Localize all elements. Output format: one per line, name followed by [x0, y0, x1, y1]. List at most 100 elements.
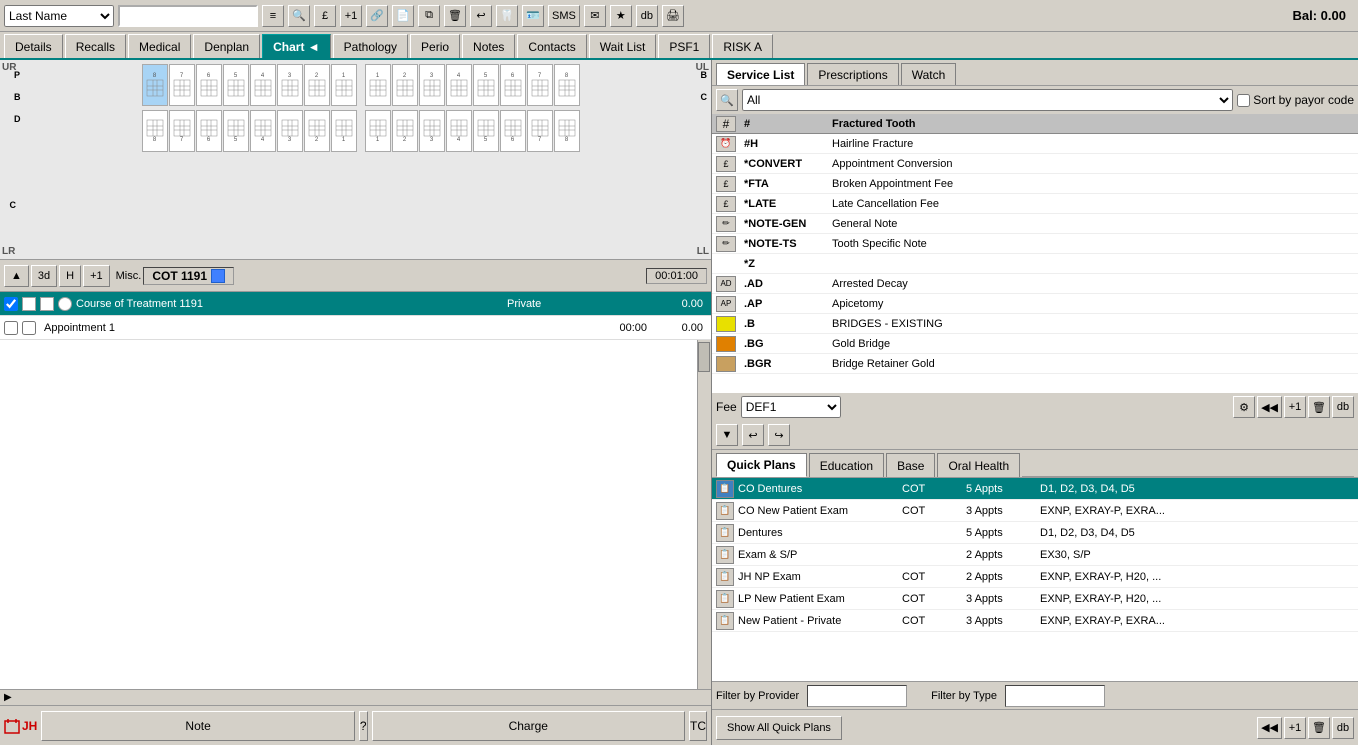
- list-btn[interactable]: ≡: [262, 5, 284, 27]
- db-btn[interactable]: db: [636, 5, 658, 27]
- tooth-ul6[interactable]: 6: [500, 64, 526, 106]
- tab-psf1[interactable]: PSF1: [658, 34, 710, 58]
- tooth-ll3[interactable]: 3: [419, 110, 445, 152]
- qp-row-exam-sp[interactable]: 📋 Exam & S/P 2 Appts EX30, S/P: [712, 544, 1358, 566]
- tooth-lr8[interactable]: 8: [142, 110, 168, 152]
- fee-select[interactable]: DEF1: [741, 396, 841, 418]
- tooth-lr7[interactable]: 7: [169, 110, 195, 152]
- doc-btn[interactable]: 📄: [392, 5, 414, 27]
- tab-chart[interactable]: Chart ◄: [262, 34, 331, 58]
- qp-db-btn[interactable]: db: [1332, 717, 1354, 739]
- filter-provider-input[interactable]: [807, 685, 907, 707]
- fee-left-btn[interactable]: ◀◀: [1257, 396, 1282, 418]
- arrow-btn[interactable]: ↩: [470, 5, 492, 27]
- tooth-ll5[interactable]: 5: [473, 110, 499, 152]
- tooth-ur7[interactable]: 7: [169, 64, 195, 106]
- fee-db-btn[interactable]: db: [1332, 396, 1354, 418]
- h-btn[interactable]: H: [59, 265, 81, 287]
- qp-row-co-new-patient[interactable]: 📋 CO New Patient Exam COT 3 Appts EXNP, …: [712, 500, 1358, 522]
- tooth-ul2[interactable]: 2: [392, 64, 418, 106]
- tab-contacts[interactable]: Contacts: [517, 34, 586, 58]
- svc-row-b[interactable]: .B BRIDGES - EXISTING: [712, 314, 1358, 334]
- qp-tab-base[interactable]: Base: [886, 453, 935, 477]
- tab-pathology[interactable]: Pathology: [333, 34, 408, 58]
- tab-notes[interactable]: Notes: [462, 34, 515, 58]
- undo-btn[interactable]: ↩: [742, 424, 764, 446]
- qp-row-dentures[interactable]: 📋 Dentures 5 Appts D1, D2, D3, D4, D5: [712, 522, 1358, 544]
- tooth-ul3[interactable]: 3: [419, 64, 445, 106]
- qp-left-btn[interactable]: ◀◀: [1257, 717, 1282, 739]
- charge-button[interactable]: Charge: [372, 711, 685, 741]
- tooth-lr5[interactable]: 5: [223, 110, 249, 152]
- copy-btn[interactable]: ⧉: [418, 5, 440, 27]
- tooth-ur4[interactable]: 4: [250, 64, 276, 106]
- name-field-select[interactable]: Last Name: [4, 5, 114, 27]
- sort-payor-checkbox[interactable]: [1237, 94, 1250, 107]
- link-btn[interactable]: 🔗: [366, 5, 388, 27]
- tooth-lr4[interactable]: 4: [250, 110, 276, 152]
- tooth-ur6[interactable]: 6: [196, 64, 222, 106]
- tab-prescriptions[interactable]: Prescriptions: [807, 63, 898, 85]
- plus1-ctrl-btn[interactable]: +1: [83, 265, 110, 287]
- svc-row-ap[interactable]: AP .AP Apicetomy: [712, 294, 1358, 314]
- qp-plus1-btn[interactable]: +1: [1284, 717, 1306, 739]
- fee-delete-btn[interactable]: 🗑: [1308, 396, 1330, 418]
- qp-tab-quick-plans[interactable]: Quick Plans: [716, 453, 807, 477]
- cot-checkbox-appt1b[interactable]: [22, 321, 36, 335]
- tooth-lr2[interactable]: 2: [304, 110, 330, 152]
- tooth-ur8[interactable]: 8: [142, 64, 168, 106]
- filter-type-input[interactable]: [1005, 685, 1105, 707]
- svc-row-note-ts[interactable]: ✏ *NOTE-TS Tooth Specific Note: [712, 234, 1358, 254]
- search-btn[interactable]: 🔍: [288, 5, 310, 27]
- tooth-ul1[interactable]: 1: [365, 64, 391, 106]
- tooth-ul4[interactable]: 4: [446, 64, 472, 106]
- plus1-btn[interactable]: +1: [340, 5, 362, 27]
- cot-scrollbar[interactable]: [697, 340, 711, 689]
- card-btn[interactable]: 🪪: [522, 5, 544, 27]
- svc-row-convert[interactable]: £ *CONVERT Appointment Conversion: [712, 154, 1358, 174]
- tooth-ll8[interactable]: 8: [554, 110, 580, 152]
- delete-btn[interactable]: 🗑: [444, 5, 466, 27]
- show-all-quick-plans-btn[interactable]: Show All Quick Plans: [716, 716, 842, 740]
- tooth-ur5[interactable]: 5: [223, 64, 249, 106]
- tooth-ul7[interactable]: 7: [527, 64, 553, 106]
- svc-row-z[interactable]: *Z: [712, 254, 1358, 274]
- tab-perio[interactable]: Perio: [410, 34, 460, 58]
- qp-tab-oral-health[interactable]: Oral Health: [937, 453, 1020, 477]
- tooth-ur1[interactable]: 1: [331, 64, 357, 106]
- tooth-ur2[interactable]: 2: [304, 64, 330, 106]
- svc-row-bgr[interactable]: .BGR Bridge Retainer Gold: [712, 354, 1358, 374]
- arrow-down-btn[interactable]: ▼: [716, 424, 738, 446]
- pound-btn[interactable]: £: [314, 5, 336, 27]
- fee-plus1-btn[interactable]: +1: [1284, 396, 1306, 418]
- tooth-lr6[interactable]: 6: [196, 110, 222, 152]
- qp-row-new-patient-private[interactable]: 📋 New Patient - Private COT 3 Appts EXNP…: [712, 610, 1358, 632]
- tooth-ll2[interactable]: 2: [392, 110, 418, 152]
- fee-special-btn[interactable]: ⚙: [1233, 396, 1255, 418]
- teeth-btn[interactable]: 🦷: [496, 5, 518, 27]
- service-search-btn[interactable]: 🔍: [716, 89, 738, 111]
- tab-medical[interactable]: Medical: [128, 34, 191, 58]
- svc-row-note-gen[interactable]: ✏ *NOTE-GEN General Note: [712, 214, 1358, 234]
- cot-row-main[interactable]: Course of Treatment 1191 Private 0.00: [0, 292, 711, 316]
- svc-row-ad[interactable]: AD .AD Arrested Decay: [712, 274, 1358, 294]
- cot-checkbox-appt1[interactable]: [4, 321, 18, 335]
- 3d-btn[interactable]: 3d: [31, 265, 57, 287]
- tab-details[interactable]: Details: [4, 34, 63, 58]
- redo-btn[interactable]: ↪: [768, 424, 790, 446]
- doc-button[interactable]: ?: [359, 711, 368, 741]
- svc-row-hh[interactable]: ⏰ #H Hairline Fracture: [712, 134, 1358, 154]
- sms-btn[interactable]: SMS: [548, 5, 580, 27]
- star-btn[interactable]: ★: [610, 5, 632, 27]
- service-filter-select[interactable]: All: [742, 89, 1233, 111]
- svc-row-late[interactable]: £ *LATE Late Cancellation Fee: [712, 194, 1358, 214]
- tooth-ll1[interactable]: 1: [365, 110, 391, 152]
- print-btn[interactable]: 🖨: [662, 5, 684, 27]
- tc-button[interactable]: TC: [689, 711, 707, 741]
- tooth-lr1[interactable]: 1: [331, 110, 357, 152]
- tooth-ll7[interactable]: 7: [527, 110, 553, 152]
- note-button[interactable]: Note: [41, 711, 354, 741]
- svc-row-fta[interactable]: £ *FTA Broken Appointment Fee: [712, 174, 1358, 194]
- qp-delete-btn[interactable]: 🗑: [1308, 717, 1330, 739]
- qp-row-lp-new[interactable]: 📋 LP New Patient Exam COT 3 Appts EXNP, …: [712, 588, 1358, 610]
